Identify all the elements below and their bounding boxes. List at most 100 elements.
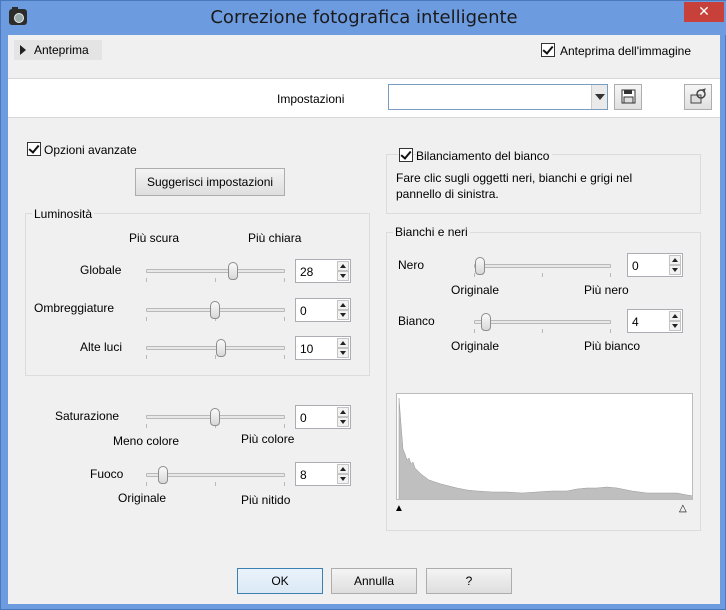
slider-tick — [146, 278, 147, 282]
spin-up-icon[interactable] — [669, 311, 681, 321]
lighter-label: Più chiara — [248, 231, 302, 245]
white-balance-description-line2: pannello di sinistra. — [396, 187, 499, 201]
saturation-spinbox[interactable]: 0 — [295, 405, 351, 429]
shadows-slider-thumb[interactable] — [210, 301, 220, 319]
focus-value: 8 — [300, 468, 307, 482]
spin-down-icon[interactable] — [669, 321, 681, 331]
spin-down-icon[interactable] — [337, 271, 349, 281]
global-value: 28 — [300, 265, 314, 279]
spin-up-icon[interactable] — [669, 255, 681, 265]
slider-tick — [284, 424, 285, 428]
spin-down-icon[interactable] — [669, 265, 681, 275]
help-button[interactable]: ? — [426, 568, 512, 594]
black-label: Nero — [398, 258, 425, 272]
slider-tick — [146, 355, 147, 359]
advanced-options-checkbox[interactable] — [27, 142, 41, 156]
slider-tick — [284, 355, 285, 359]
settings-combobox[interactable] — [388, 84, 608, 110]
suggest-settings-button[interactable]: Suggerisci impostazioni — [135, 168, 285, 196]
slider-tick — [474, 273, 475, 277]
slider-tick — [284, 317, 285, 321]
spin-up-icon[interactable] — [337, 338, 349, 348]
more-black-label: Più nero — [584, 283, 629, 297]
checkmark-icon — [400, 148, 412, 160]
dialog-window: Correzione fotografica intelligente ✕ An… — [0, 0, 726, 610]
spin-up-icon[interactable] — [337, 464, 349, 474]
expand-arrow-icon — [20, 45, 26, 55]
white-balance-description-line1: Fare clic sugli oggetti neri, bianchi e … — [396, 171, 633, 185]
global-slider[interactable] — [146, 269, 285, 273]
highlights-label: Alte luci — [80, 340, 123, 354]
black-point-marker-icon[interactable]: ▲ — [394, 503, 404, 514]
preview-toggle[interactable]: Anteprima — [14, 40, 102, 60]
black-spinbox[interactable]: 0 — [627, 253, 683, 277]
slider-tick — [284, 278, 285, 282]
white-slider-thumb[interactable] — [481, 313, 491, 331]
sharper-label: Più nitido — [241, 493, 291, 507]
slider-tick — [146, 482, 147, 486]
slider-tick — [542, 273, 543, 277]
slider-tick — [610, 273, 611, 277]
black-slider[interactable] — [474, 264, 611, 268]
spin-down-icon[interactable] — [337, 417, 349, 427]
slider-tick — [215, 482, 216, 486]
white-balance-label: Bilanciamento del bianco — [416, 149, 553, 163]
cancel-button[interactable]: Annulla — [331, 568, 417, 594]
white-label: Bianco — [398, 314, 435, 328]
spin-down-icon[interactable] — [337, 474, 349, 484]
spin-up-icon[interactable] — [337, 407, 349, 417]
spin-down-icon[interactable] — [337, 348, 349, 358]
white-balance-checkbox[interactable] — [399, 148, 413, 162]
chevron-down-icon[interactable] — [591, 85, 607, 109]
window-title: Correzione fotografica intelligente — [210, 7, 518, 28]
black-value: 0 — [632, 259, 639, 273]
image-preview-checkbox[interactable] — [541, 43, 555, 57]
preview-strip: Anteprima Anteprima dell'immagine — [8, 35, 720, 65]
reset-settings-button[interactable] — [684, 84, 712, 110]
shadows-spinbox[interactable]: 0 — [295, 298, 351, 322]
image-preview-label: Anteprima dell'immagine — [560, 44, 692, 58]
save-settings-button[interactable] — [614, 84, 642, 110]
white-slider[interactable] — [474, 320, 611, 324]
white-point-marker-icon[interactable]: △ — [679, 503, 687, 514]
ok-button[interactable]: OK — [237, 568, 323, 594]
checkmark-icon — [28, 142, 40, 154]
histogram — [396, 393, 693, 500]
focus-spinbox[interactable]: 8 — [295, 462, 351, 486]
black-slider-thumb[interactable] — [475, 257, 485, 275]
spin-up-icon[interactable] — [337, 261, 349, 271]
slider-tick — [610, 329, 611, 333]
close-button[interactable]: ✕ — [684, 2, 724, 22]
spin-down-icon[interactable] — [337, 310, 349, 320]
settings-bar: Impostazioni — [8, 78, 720, 118]
blacks-whites-group-label: Bianchi e neri — [393, 225, 470, 239]
dialog-client: Anteprima Anteprima dell'immagine Impost… — [8, 35, 720, 604]
focus-slider-thumb[interactable] — [158, 466, 168, 484]
white-spinbox[interactable]: 4 — [627, 309, 683, 333]
focus-original-label: Originale — [118, 491, 167, 505]
spin-up-icon[interactable] — [337, 300, 349, 310]
checkmark-icon — [542, 43, 554, 55]
white-value: 4 — [632, 315, 639, 329]
highlights-slider-thumb[interactable] — [216, 339, 226, 357]
slider-tick — [542, 329, 543, 333]
reset-icon — [690, 88, 706, 104]
slider-tick — [284, 482, 285, 486]
more-color-label: Più colore — [241, 432, 295, 446]
saturation-value: 0 — [300, 411, 307, 425]
focus-label: Fuoco — [90, 467, 124, 481]
more-white-label: Più bianco — [584, 339, 641, 353]
settings-label: Impostazioni — [277, 92, 345, 106]
saturation-slider-thumb[interactable] — [210, 408, 220, 426]
global-spinbox[interactable]: 28 — [295, 259, 351, 283]
slider-tick — [146, 317, 147, 321]
title-bar[interactable]: Correzione fotografica intelligente ✕ — [1, 1, 726, 35]
slider-tick — [146, 424, 147, 428]
slider-tick — [215, 355, 216, 359]
darker-label: Più scura — [129, 231, 180, 245]
global-slider-thumb[interactable] — [228, 262, 238, 280]
histogram-graph — [398, 397, 692, 499]
black-original-label: Originale — [451, 283, 500, 297]
global-label: Globale — [80, 263, 122, 277]
highlights-spinbox[interactable]: 10 — [295, 336, 351, 360]
